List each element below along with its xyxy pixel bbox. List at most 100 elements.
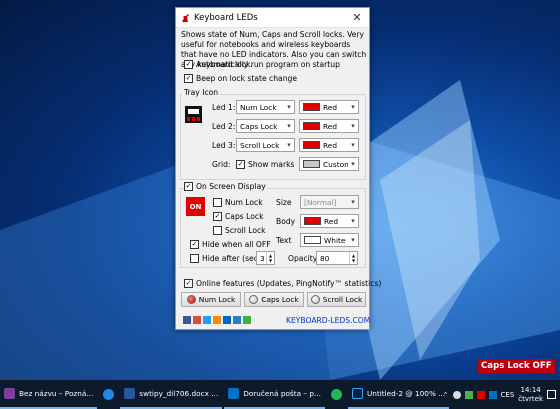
body-color-swatch (304, 217, 321, 225)
beep-label: Beep on lock state change (196, 74, 297, 83)
taskbar-item-spotify[interactable] (327, 380, 346, 409)
taskbar: Bez názvu – Pozná... swtipy_dil706.docx … (0, 380, 560, 409)
osd-scroll-checkbox[interactable] (213, 226, 222, 235)
hide-all-off-checkbox[interactable]: ✓ (190, 240, 199, 249)
show-marks-checkbox[interactable]: ✓ (236, 160, 245, 169)
twitter-icon[interactable] (203, 316, 211, 324)
led1-color-select[interactable]: Red ▾ (299, 100, 359, 114)
osd-caps-option[interactable]: ✓ Caps Lock (213, 212, 263, 221)
tray-app-icon[interactable] (452, 390, 461, 399)
led-on-icon (186, 295, 196, 304)
window-title: Keyboard LEDs (194, 12, 258, 23)
osd-preview-badge: ON (186, 197, 205, 216)
hide-after-spinner[interactable]: 3 ▲ ▼ (256, 251, 275, 265)
outlook-tray-icon[interactable] (488, 390, 497, 399)
text-label: Text (276, 236, 292, 245)
autorun-label: Automatically run program on startup (196, 60, 340, 69)
website-link[interactable]: KEYBOARD-LEDS.COM (286, 316, 370, 325)
hide-all-off-option[interactable]: ✓ Hide when all OFF (190, 240, 271, 249)
led3-color-swatch (303, 141, 320, 149)
online-option[interactable]: ✓ Online features (Updates, PingNotify™ … (184, 279, 381, 288)
language-indicator[interactable]: CES (501, 391, 515, 399)
hide-after-checkbox[interactable] (190, 254, 199, 263)
body-color-select[interactable]: Red ▾ (300, 214, 359, 228)
close-icon[interactable]: ✕ (349, 10, 365, 26)
led-off-icon (310, 295, 320, 304)
facebook-icon[interactable] (183, 316, 191, 324)
chevron-down-icon: ▾ (287, 141, 291, 149)
led1-lock-select[interactable]: Num Lock ▾ (236, 100, 295, 114)
opacity-spinner[interactable]: 80 ▲ ▼ (316, 251, 358, 265)
online-checkbox[interactable]: ✓ (184, 279, 193, 288)
osd-num-checkbox[interactable] (213, 198, 222, 207)
scroll-lock-button[interactable]: Scroll Lock (307, 292, 366, 307)
chevron-up-icon[interactable]: ⌃ (443, 391, 449, 399)
led3-color-select[interactable]: Red ▾ (299, 138, 359, 152)
rss-icon[interactable] (213, 316, 221, 324)
system-tray: ⌃ CES 14:14 čtvrtek (443, 380, 560, 409)
spinner-arrows-icon[interactable]: ▲ ▼ (266, 252, 274, 264)
network-icon[interactable] (464, 390, 473, 399)
osd-caps-checkbox[interactable]: ✓ (213, 212, 222, 221)
hide-after-label: Hide after (sec) (202, 254, 261, 263)
spinner-arrows-icon[interactable]: ▲ ▼ (349, 252, 357, 264)
keyboard-leds-tray-icon[interactable] (476, 390, 485, 399)
app-icon (182, 13, 189, 22)
body-label: Body (276, 217, 296, 226)
keyboard-leds-dialog: Keyboard LEDs ✕ Shows state of Num, Caps… (175, 7, 381, 330)
hide-all-off-label: Hide when all OFF (202, 240, 271, 249)
chevron-down-icon: ▾ (351, 103, 355, 111)
osd-scroll-option[interactable]: Scroll Lock (213, 226, 266, 235)
led3-lock-select[interactable]: Scroll Lock ▾ (236, 138, 295, 152)
osd-scroll-label: Scroll Lock (225, 226, 266, 235)
taskbar-item-edge[interactable] (99, 380, 118, 409)
osd-caps-label: Caps Lock (225, 212, 264, 221)
chevron-down-icon: ▾ (351, 198, 355, 206)
grid-color-swatch (303, 160, 320, 168)
osd-option[interactable]: ✓ On Screen Display (184, 182, 268, 191)
size-label: Size (276, 198, 292, 207)
osd-label: On Screen Display (196, 182, 266, 191)
chevron-down-icon: ▾ (351, 141, 355, 149)
led-off-icon (249, 295, 259, 304)
chevron-down-icon: ▾ (287, 122, 291, 130)
beep-option[interactable]: ✓ Beep on lock state change (184, 74, 297, 83)
caps-lock-button[interactable]: Caps Lock (244, 292, 304, 307)
led2-lock-select[interactable]: Caps Lock ▾ (236, 119, 295, 133)
beep-checkbox[interactable]: ✓ (184, 74, 193, 83)
chevron-down-icon: ▾ (351, 160, 355, 168)
taskbar-item-word[interactable]: swtipy_dil706.docx ... (120, 380, 223, 409)
share-icon[interactable] (243, 316, 251, 324)
autorun-checkbox[interactable]: ✓ (184, 60, 193, 69)
led2-color-select[interactable]: Red ▾ (299, 119, 359, 133)
chevron-down-icon: ▾ (287, 103, 291, 111)
led2-label: Led 2: (212, 122, 236, 131)
opacity-label: Opacity (288, 254, 318, 263)
chevron-down-icon: ▾ (351, 236, 355, 244)
taskbar-item-outlook[interactable]: Doručená pošta – p... (224, 380, 325, 409)
outlook-icon (228, 388, 240, 399)
clock-day: čtvrtek (518, 394, 543, 403)
clock[interactable]: 14:14 čtvrtek (518, 386, 543, 404)
delicious-icon[interactable] (233, 316, 241, 324)
num-lock-button[interactable]: Num Lock (181, 292, 241, 307)
osd-checkbox[interactable]: ✓ (184, 182, 193, 191)
chevron-down-icon: ▾ (351, 217, 355, 225)
led3-label: Led 3: (212, 141, 236, 150)
autorun-option[interactable]: ✓ Automatically run program on startup (184, 60, 340, 69)
taskbar-item-paint[interactable]: Bez názvu – Pozná... (0, 380, 98, 409)
taskbar-item-photoshop[interactable]: Untitled-2 @ 100% ... (347, 380, 450, 409)
grid-color-select[interactable]: Custom...▾ (299, 157, 359, 171)
photoshop-icon (351, 388, 363, 399)
edge-icon (103, 389, 115, 400)
osd-num-option[interactable]: Num Lock (213, 198, 263, 207)
led1-label: Led 1: (212, 103, 236, 112)
notifications-icon[interactable] (547, 390, 556, 399)
google-plus-icon[interactable] (193, 316, 201, 324)
hide-after-option[interactable]: Hide after (sec) (190, 254, 261, 263)
show-marks-option[interactable]: ✓ Show marks (236, 160, 294, 169)
text-color-select[interactable]: White ▾ (300, 233, 359, 247)
led2-color-swatch (303, 122, 320, 130)
digg-icon[interactable] (223, 316, 231, 324)
size-select[interactable]: [Normal] ▾ (300, 195, 359, 209)
